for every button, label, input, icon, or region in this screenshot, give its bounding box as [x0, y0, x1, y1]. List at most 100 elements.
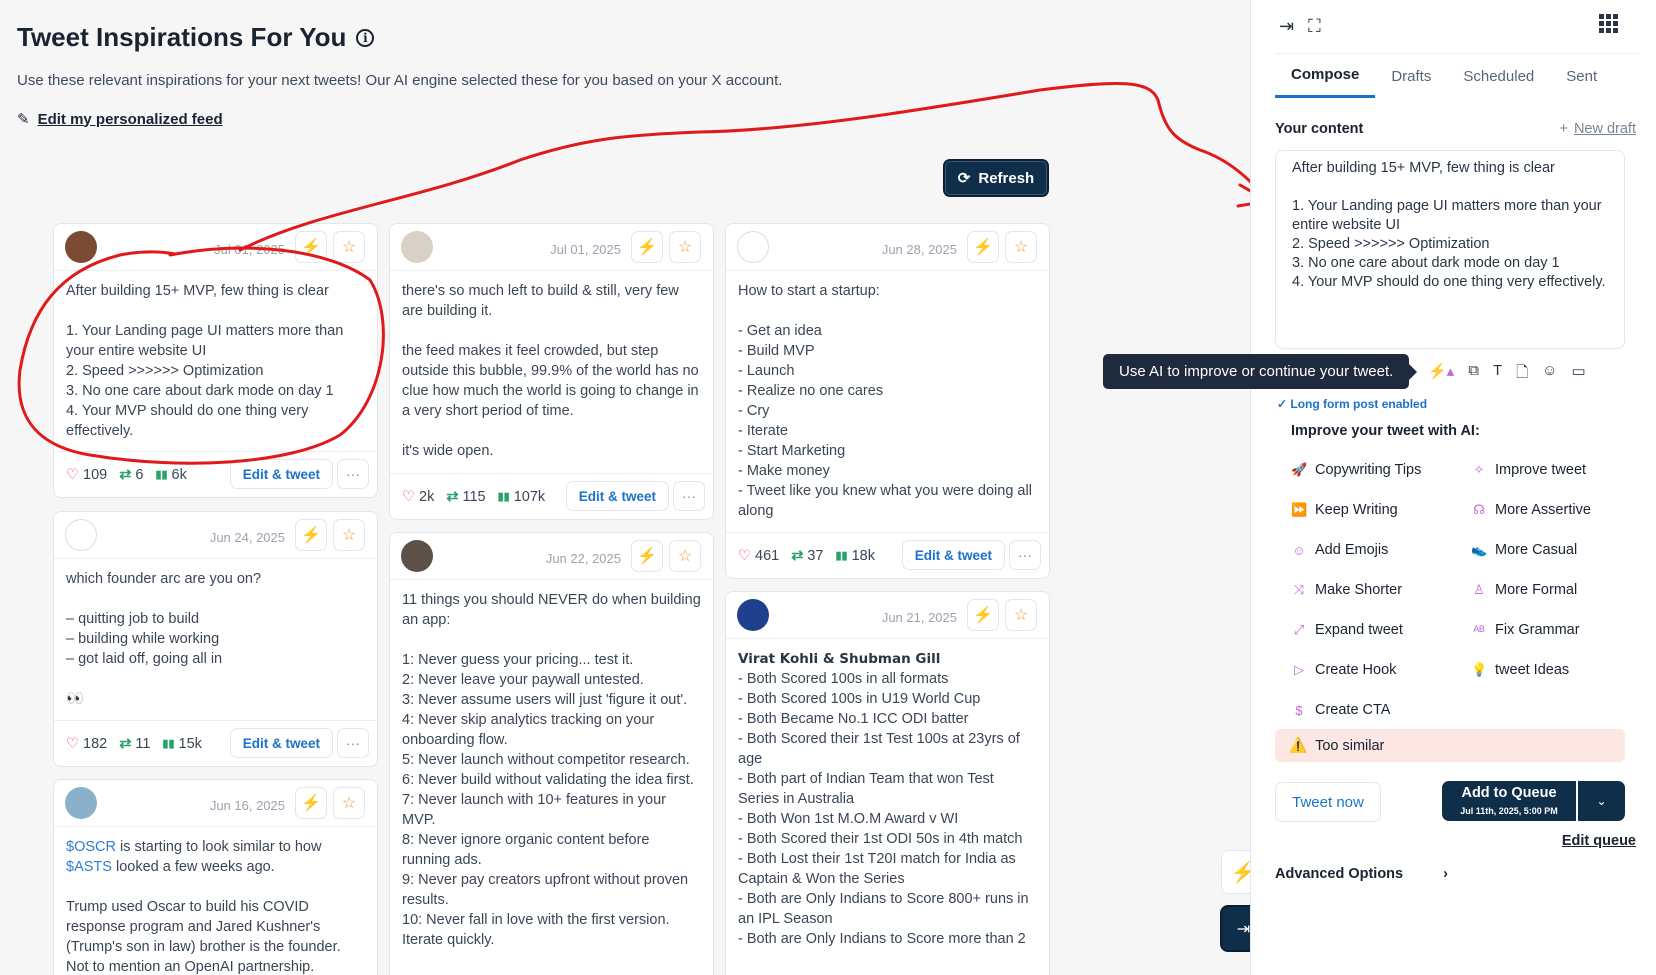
star-icon[interactable]: ☆	[333, 519, 365, 551]
option-create-cta[interactable]: $ Create CTA	[1291, 700, 1471, 720]
copy-icon[interactable]: ⧉	[1468, 362, 1479, 387]
card-date: Jul 01, 2025	[214, 242, 285, 257]
retweet-icon: ⇄	[119, 466, 132, 483]
page-subtitle: Use these relevant inspirations for your…	[17, 72, 783, 89]
smiley-icon: ☺	[1292, 542, 1306, 558]
option-more-casual[interactable]: 👟 More Casual	[1471, 540, 1631, 560]
more-options-button[interactable]: ···	[1009, 540, 1041, 570]
tweet-now-button[interactable]: Tweet now	[1275, 782, 1381, 822]
long-form-label: Long form post enabled	[1290, 397, 1428, 411]
option-tweet-ideas[interactable]: 💡 tweet Ideas	[1471, 660, 1631, 680]
add-to-queue-label: Add to Queue	[1461, 785, 1557, 801]
chevron-right-icon: ›	[1443, 866, 1448, 882]
star-icon[interactable]: ☆	[1005, 599, 1037, 631]
star-icon[interactable]: ☆	[1005, 231, 1037, 263]
option-make-shorter[interactable]: ⤨ Make Shorter	[1291, 580, 1471, 600]
heart-icon[interactable]: ♡	[66, 736, 79, 752]
option-more-assertive[interactable]: ☊ More Assertive	[1471, 500, 1631, 520]
card-heading: Virat Kohli & Shubman Gill	[738, 651, 941, 667]
star-icon[interactable]: ☆	[333, 231, 365, 263]
heart-icon[interactable]: ♡	[66, 467, 79, 483]
option-fix-grammar[interactable]: ᴬᴮ Fix Grammar	[1471, 620, 1631, 640]
avatar	[737, 599, 769, 631]
option-copywriting-tips[interactable]: 🚀 Copywriting Tips	[1291, 460, 1471, 480]
text-format-icon[interactable]: T	[1493, 362, 1502, 387]
star-icon[interactable]: ☆	[669, 231, 701, 263]
option-keep-writing[interactable]: ⏩ Keep Writing	[1291, 500, 1471, 520]
views-count: 15k	[178, 735, 202, 752]
too-similar-label: Too similar	[1315, 737, 1385, 754]
expand-icon: ⤢	[1293, 622, 1305, 637]
views-icon: ▮▮	[162, 738, 175, 750]
card-date: Jul 01, 2025	[550, 242, 621, 257]
file-add-icon[interactable]: 🗋	[1516, 362, 1528, 387]
refresh-label: Refresh	[978, 169, 1035, 187]
star-icon[interactable]: ☆	[333, 787, 365, 819]
retweet-icon: ⇄	[119, 735, 132, 752]
expand-panel-button[interactable]: ⇥	[1220, 905, 1250, 952]
bolt-icon[interactable]: ⚡	[631, 540, 663, 572]
tab-drafts[interactable]: Drafts	[1375, 54, 1447, 98]
edit-queue-link[interactable]: Edit queue	[1562, 833, 1636, 849]
tab-scheduled[interactable]: Scheduled	[1447, 54, 1550, 98]
cashtag-link[interactable]: $ASTS	[66, 859, 112, 875]
gif-icon[interactable]: ▭	[1572, 362, 1586, 387]
card-text: $OSCR is starting to look similar to how…	[54, 827, 377, 975]
new-draft-button[interactable]: + New draft	[1559, 121, 1636, 137]
bolt-icon[interactable]: ⚡	[967, 599, 999, 631]
edit-tweet-button[interactable]: Edit & tweet	[229, 459, 333, 489]
edit-tweet-button[interactable]: Edit & tweet	[229, 728, 333, 758]
shrink-icon: ⤨	[1293, 582, 1305, 597]
fullscreen-icon[interactable]: ⛶	[1308, 16, 1321, 37]
bolt-icon[interactable]: ⚡	[295, 231, 327, 263]
card-date: Jun 28, 2025	[881, 242, 957, 257]
more-options-button[interactable]: ···	[673, 481, 705, 511]
heart-icon[interactable]: ♡	[402, 489, 415, 505]
bolt-icon[interactable]: ⚡	[631, 231, 663, 263]
edit-feed-link[interactable]: ✎ Edit my personalized feed	[17, 110, 223, 129]
heart-icon[interactable]: ♡	[738, 548, 751, 564]
ai-improve-icon[interactable]: ⚡▴	[1428, 362, 1454, 387]
spellcheck-icon: ᴬᴮ	[1473, 622, 1485, 638]
add-to-queue-button[interactable]: Add to Queue Jul 11th, 2025, 5:00 PM	[1442, 781, 1576, 821]
star-icon[interactable]: ☆	[669, 540, 701, 572]
option-more-formal[interactable]: ♙ More Formal	[1471, 580, 1631, 600]
card-text-part: - Both Scored 100s in all formats - Both…	[738, 671, 1029, 947]
rocket-icon: 🚀	[1291, 462, 1308, 477]
tweet-editor[interactable]: After building 15+ MVP, few thing is cle…	[1275, 150, 1625, 349]
advanced-options-toggle[interactable]: Advanced Options ›	[1275, 866, 1448, 882]
bolt-icon[interactable]: ⚡	[295, 787, 327, 819]
card-date: Jun 21, 2025	[881, 610, 957, 625]
ai-bolt-button[interactable]: ⚡	[1221, 850, 1250, 894]
collapse-icon[interactable]: ⇥	[1279, 16, 1294, 37]
tab-compose[interactable]: Compose	[1275, 54, 1376, 98]
refresh-button[interactable]: ⟳ Refresh	[943, 159, 1049, 197]
tab-sent[interactable]: Sent	[1550, 54, 1613, 98]
bolt-icon[interactable]: ⚡	[295, 519, 327, 551]
card-date: Jun 24, 2025	[209, 530, 285, 545]
edit-tweet-button[interactable]: Edit & tweet	[901, 540, 1005, 570]
option-create-hook[interactable]: ▷ Create Hook	[1291, 660, 1471, 680]
avatar	[65, 231, 97, 263]
card-text: which founder arc are you on? – quitting…	[66, 571, 262, 707]
inspiration-card: Jun 24, 2025 ⚡ ☆ which founder arc are y…	[53, 511, 378, 767]
chevron-down-icon[interactable]: ⌄	[1578, 781, 1625, 821]
more-options-button[interactable]: ···	[337, 728, 369, 758]
info-icon[interactable]: i	[356, 28, 375, 47]
emoji-icon[interactable]: ☺	[1542, 362, 1557, 387]
option-improve-tweet[interactable]: ✧ Improve tweet	[1471, 460, 1631, 480]
inspiration-card: Jul 01, 2025 ⚡ ☆ After building 15+ MVP,…	[53, 223, 378, 498]
bolt-icon[interactable]: ⚡	[967, 231, 999, 263]
more-options-button[interactable]: ···	[337, 459, 369, 489]
views-icon: ▮▮	[497, 491, 510, 503]
edit-feed-label[interactable]: Edit my personalized feed	[38, 111, 223, 128]
option-expand-tweet[interactable]: ⤢ Expand tweet	[1291, 620, 1471, 640]
retweets-count: 37	[807, 547, 824, 564]
edit-tweet-button[interactable]: Edit & tweet	[565, 481, 669, 511]
apps-grid-icon[interactable]	[1599, 14, 1618, 33]
compose-sidebar: ⇥ ⛶ Compose Drafts Scheduled Sent Your c…	[1250, 0, 1656, 975]
avatar	[401, 231, 433, 263]
cashtag-link[interactable]: $OSCR	[66, 839, 116, 855]
option-add-emojis[interactable]: ☺ Add Emojis	[1291, 540, 1471, 560]
likes-count: 109	[83, 466, 108, 483]
